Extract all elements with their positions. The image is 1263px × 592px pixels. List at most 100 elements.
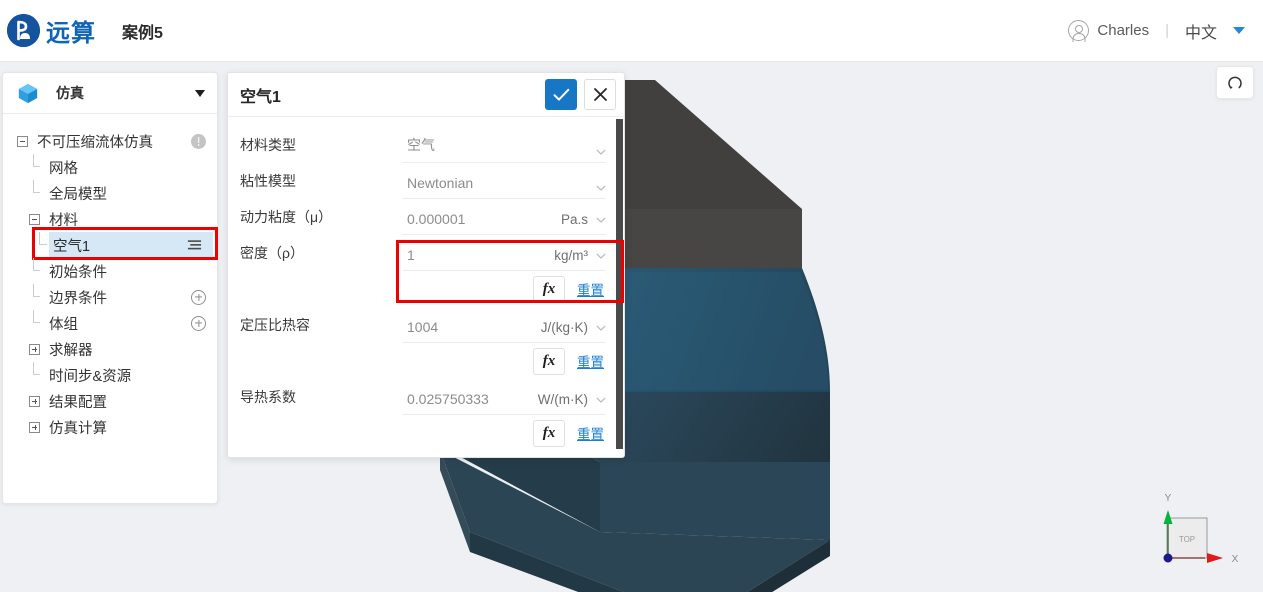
language-label[interactable]: 中文 — [1185, 19, 1217, 43]
tree-node-mesh[interactable]: 网格 — [3, 154, 217, 180]
warning-icon[interactable] — [191, 133, 206, 149]
plus-circle-icon[interactable] — [191, 289, 206, 305]
dialog-body: 材料类型 空气 粘性模型 Newtonian 动力粘度（μ） 0.000001 … — [228, 117, 624, 451]
density-input[interactable]: 1 — [402, 247, 522, 271]
check-icon — [553, 88, 569, 101]
tree-node-label: 体组 — [49, 316, 78, 333]
top-header-bar: 远算 案例5 Charles | 中文 — [0, 0, 1263, 62]
header-separator: | — [1165, 22, 1169, 39]
formula-button[interactable]: fx — [533, 419, 565, 447]
thermal-conductivity-input[interactable]: 0.025750333 — [402, 391, 522, 415]
unit-label: J/(kg·K) — [540, 320, 588, 335]
node-trailing-slot — [191, 315, 206, 331]
chevron-down-icon[interactable] — [596, 253, 606, 259]
expand-toggle-icon[interactable] — [29, 395, 40, 407]
sidebar-header[interactable]: 仿真 — [3, 73, 217, 114]
tree-node-air1[interactable]: 空气1 — [49, 232, 213, 258]
axis-y-label: Y — [1165, 493, 1172, 504]
axis-orientation-gizmo[interactable]: TOP Y X — [1149, 488, 1245, 584]
formula-button[interactable]: fx — [533, 347, 565, 375]
chevron-down-icon[interactable] — [596, 149, 606, 155]
field-label: 导热系数 — [240, 389, 296, 405]
specific-heat-unit-select[interactable]: J/(kg·K) — [522, 320, 606, 343]
density-unit-select[interactable]: kg/m³ — [522, 248, 606, 271]
reset-link[interactable]: 重置 — [577, 279, 604, 299]
chevron-down-icon[interactable] — [195, 89, 205, 97]
tree-view: 不可压缩流体仿真 网格 全局模型 材料 空气1 初始条件 边界条件 体组 求解器… — [3, 114, 218, 440]
confirm-button[interactable] — [545, 79, 577, 110]
tree-node-label: 时间步&资源 — [49, 368, 132, 385]
chevron-down-icon[interactable] — [596, 185, 606, 191]
tree-node-solver[interactable]: 求解器 — [3, 336, 217, 362]
tree-node-global-model[interactable]: 全局模型 — [3, 180, 217, 206]
material-type-select[interactable]: 空气 — [402, 135, 522, 163]
tree-branch-line — [29, 284, 40, 310]
tree-node-air1-wrapper: 空气1 — [3, 227, 218, 260]
tree-node-timestep-resources[interactable]: 时间步&资源 — [3, 362, 217, 388]
chevron-down-icon[interactable] — [596, 217, 606, 223]
viscosity-model-select[interactable]: Newtonian — [402, 175, 522, 199]
tree-branch-line — [35, 232, 47, 258]
actions-row-specific-heat: fx 重置 — [240, 343, 606, 379]
axis-origin-dot — [1163, 553, 1173, 563]
brand-name: 远算 — [46, 20, 96, 47]
yuansuan-logo-icon — [7, 14, 40, 47]
chevron-down-icon[interactable] — [596, 325, 606, 331]
tree-branch-line — [29, 258, 40, 284]
unit-label: kg/m³ — [554, 248, 588, 263]
case-title: 案例5 — [122, 24, 163, 42]
sidebar-title: 仿真 — [56, 85, 84, 101]
collapse-toggle-icon[interactable] — [17, 135, 28, 147]
tree-node-label: 初始条件 — [49, 264, 107, 281]
node-trailing-slot — [187, 239, 202, 251]
formula-button[interactable]: fx — [533, 275, 565, 303]
tree-node-boundary-conditions[interactable]: 边界条件 — [3, 284, 217, 310]
rotate-reset-icon — [1228, 76, 1242, 89]
tree-node-label: 网格 — [49, 160, 78, 177]
chevron-down-icon[interactable] — [596, 397, 606, 403]
tree-node-initial-conditions[interactable]: 初始条件 — [3, 258, 217, 284]
list-menu-icon[interactable] — [187, 239, 202, 251]
node-trailing-slot — [191, 133, 206, 149]
cancel-button[interactable] — [584, 79, 616, 110]
dynamic-viscosity-input[interactable]: 0.000001 — [402, 211, 522, 235]
actions-row-density: fx 重置 — [240, 271, 606, 307]
simulation-tree-panel: 仿真 不可压缩流体仿真 网格 全局模型 材料 空气1 初始条件 边界条件 体组 … — [2, 72, 218, 504]
field-label: 定压比热容 — [240, 317, 310, 333]
dialog-header: 空气1 — [228, 73, 624, 117]
field-label: 动力粘度（μ） — [240, 209, 333, 225]
specific-heat-input[interactable]: 1004 — [402, 319, 522, 343]
dialog-scrollbar[interactable] — [616, 119, 623, 449]
header-right-group: Charles | 中文 — [1068, 19, 1245, 43]
brand-block[interactable]: 远算 案例5 — [7, 13, 163, 48]
unit-label: W/(m·K) — [537, 392, 588, 407]
expand-toggle-icon[interactable] — [29, 343, 40, 355]
tree-node-result-config[interactable]: 结果配置 — [3, 388, 217, 414]
actions-row-thermal-conductivity: fx 重置 — [240, 415, 606, 451]
tree-node-material[interactable]: 材料 — [3, 206, 217, 232]
app-root: 远算 案例5 Charles | 中文 仿真 不可压缩流体仿真 网格 全局模型 … — [0, 0, 1263, 592]
tree-node-volume-group[interactable]: 体组 — [3, 310, 217, 336]
field-row-thermal-conductivity: 导热系数 0.025750333 W/(m·K) — [240, 379, 606, 415]
reset-link[interactable]: 重置 — [577, 351, 604, 371]
collapse-toggle-icon[interactable] — [29, 213, 40, 225]
user-menu[interactable]: Charles — [1068, 20, 1149, 41]
expand-toggle-icon[interactable] — [29, 421, 40, 433]
field-row-dynamic-viscosity: 动力粘度（μ） 0.000001 Pa.s — [240, 199, 606, 235]
thermal-conductivity-unit-select[interactable]: W/(m·K) — [522, 392, 606, 415]
caret-down-icon[interactable] — [1233, 27, 1245, 34]
plus-circle-icon[interactable] — [191, 315, 206, 331]
field-unit-slot — [522, 149, 606, 163]
tree-node-label: 不可压缩流体仿真 — [37, 134, 153, 151]
tree-node-incompressible-flow[interactable]: 不可压缩流体仿真 — [3, 128, 217, 154]
material-properties-dialog: 空气1 材料类型 空气 粘性模型 Newtonian 动力粘度（μ） 0.000… — [227, 72, 625, 458]
tree-branch-line — [29, 180, 40, 206]
tree-node-label: 仿真计算 — [49, 420, 107, 437]
field-row-density: 密度（ρ） 1 kg/m³ — [240, 235, 606, 271]
dynamic-viscosity-unit-select[interactable]: Pa.s — [522, 212, 606, 235]
tree-node-simulation-run[interactable]: 仿真计算 — [3, 414, 217, 440]
tree-branch-line — [29, 362, 40, 388]
node-trailing-slot — [191, 289, 206, 305]
reset-link[interactable]: 重置 — [577, 423, 604, 443]
reset-view-button[interactable] — [1216, 66, 1254, 99]
